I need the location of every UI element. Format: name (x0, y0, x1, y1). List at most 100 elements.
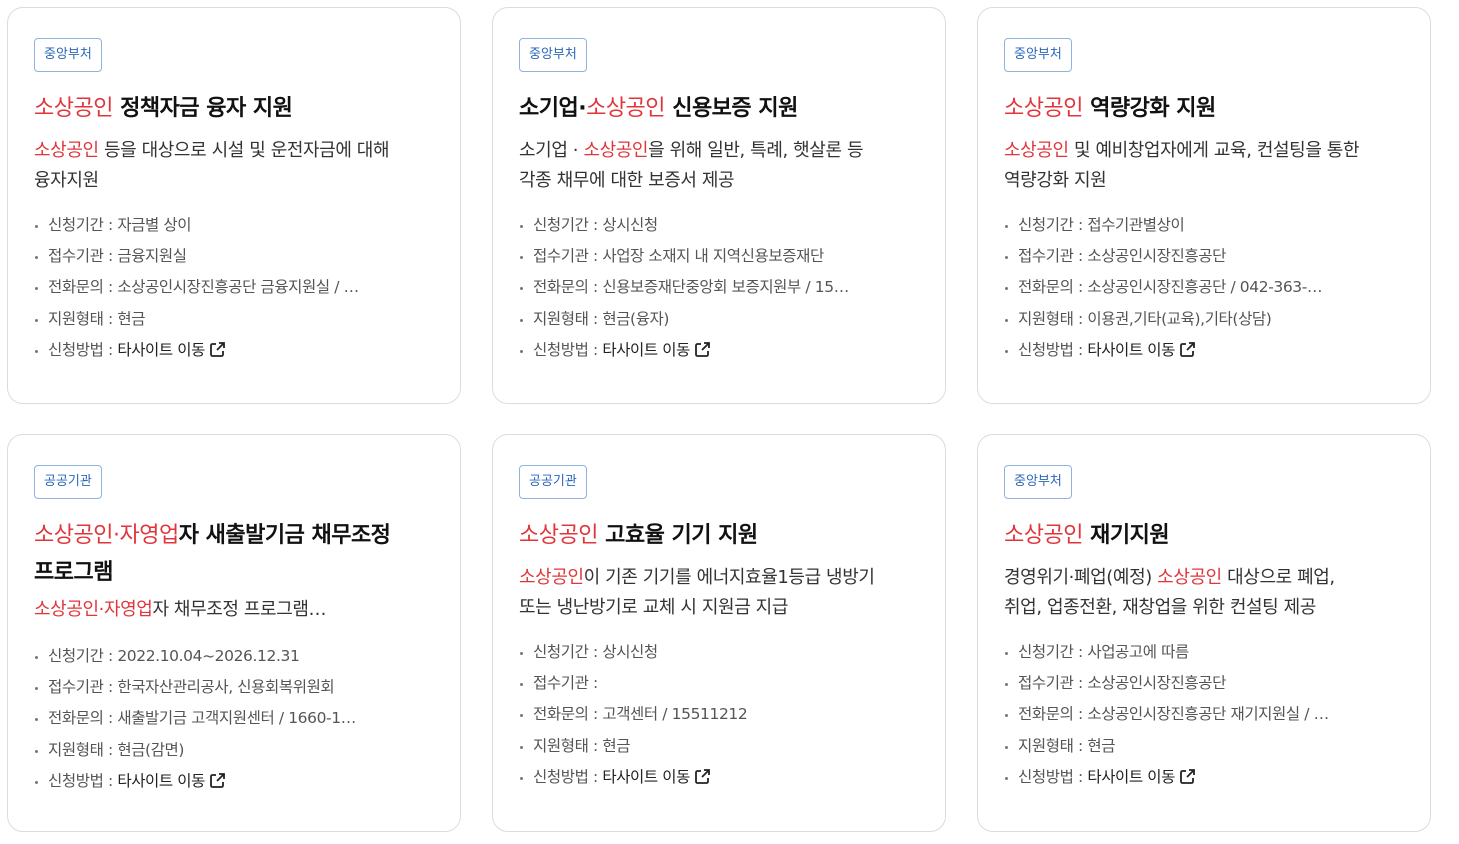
info-apply-method: 신청방법 : 타사이트 이동 (1004, 335, 1406, 366)
desc-prefix: 경영위기·폐업(예정) (1004, 567, 1158, 588)
desc-text-line2: 역량강화 지원 (1004, 170, 1107, 191)
desc-text-line2: 또는 냉난방기로 교체 시 지원금 지급 (519, 597, 789, 618)
category-badge: 중앙부처 (34, 38, 102, 72)
external-link-icon (695, 768, 710, 784)
category-badge: 공공기관 (519, 465, 587, 499)
title-text: 신용보증 지원 (665, 96, 798, 121)
external-link-icon (695, 341, 710, 357)
card-title[interactable]: 소상공인 역량강화 지원 (1004, 90, 1406, 127)
title-highlight: 소상공인 (586, 96, 666, 121)
desc-prefix: 소기업 · (519, 140, 584, 161)
info-phone: 전화문의 : 신용보증재단중앙회 보증지원부 / 15… (519, 272, 921, 303)
program-card[interactable]: 공공기관 소상공인·자영업자 새출발기금 채무조정 프로그램 소상공인·자영업자… (7, 434, 461, 832)
desc-text: 을 위해 일반, 특례, 햇살론 등 (648, 140, 864, 161)
info-support-type: 지원형태 : 현금(융자) (519, 304, 921, 335)
info-period: 신청기간 : 2022.10.04~2026.12.31 (34, 641, 436, 672)
info-apply-method: 신청방법 : 타사이트 이동 (519, 335, 921, 366)
info-phone: 전화문의 : 고객센터 / 15511212 (519, 699, 921, 730)
info-support-type: 지원형태 : 현금 (519, 731, 921, 762)
title-highlight: 소상공인 (34, 523, 113, 548)
info-list: 신청기간 : 사업공고에 따름 접수기관 : 소상공인시장진흥공단 전화문의 :… (1004, 637, 1406, 793)
category-badge: 중앙부처 (1004, 38, 1072, 72)
external-site-link[interactable]: 타사이트 이동 (1087, 768, 1196, 786)
desc-text: 및 예비창업자에게 교육, 컨설팅을 통한 (1068, 140, 1360, 161)
title-highlight: 소상공인 (34, 96, 113, 121)
card-title[interactable]: 소상공인 정책자금 융자 지원 (34, 90, 436, 127)
info-period: 신청기간 : 접수기관별상이 (1004, 210, 1406, 241)
info-phone: 전화문의 : 소상공인시장진흥공단 금융지원실 / … (34, 272, 436, 303)
info-period: 신청기간 : 사업공고에 따름 (1004, 637, 1406, 668)
title-text: 역량강화 지원 (1082, 96, 1216, 121)
external-site-link[interactable]: 타사이트 이동 (117, 341, 226, 359)
card-title[interactable]: 소기업·소상공인 신용보증 지원 (519, 90, 921, 127)
info-support-type: 지원형태 : 이용권,기타(교육),기타(상담) (1004, 304, 1406, 335)
desc-highlight: 소상공인 (1157, 567, 1222, 588)
info-support-type: 지원형태 : 현금 (1004, 731, 1406, 762)
category-badge: 공공기관 (34, 465, 102, 499)
info-phone: 전화문의 : 새출발기금 고객지원센터 / 1660-1… (34, 703, 436, 734)
info-list: 신청기간 : 접수기관별상이 접수기관 : 소상공인시장진흥공단 전화문의 : … (1004, 210, 1406, 366)
category-badge: 중앙부처 (519, 38, 587, 72)
program-card[interactable]: 중앙부처 소상공인 역량강화 지원 소상공인 및 예비창업자에게 교육, 컨설팅… (977, 7, 1431, 404)
program-card[interactable]: 중앙부처 소상공인 재기지원 경영위기·폐업(예정) 소상공인 대상으로 폐업,… (977, 434, 1431, 832)
title-text: 정책자금 융자 지원 (112, 96, 293, 121)
external-link-icon (1180, 768, 1195, 784)
title-highlight: 소상공인 (519, 523, 598, 548)
info-support-type: 지원형태 : 현금 (34, 304, 436, 335)
info-apply-method: 신청방법 : 타사이트 이동 (34, 766, 436, 797)
external-link-icon (1180, 341, 1195, 357)
category-badge: 중앙부처 (1004, 465, 1072, 499)
desc-highlight: 소상공인 (1004, 140, 1069, 161)
title-text: 고효율 기기 지원 (597, 523, 758, 548)
card-description: 소상공인·자영업자 채무조정 프로그램… (34, 595, 436, 625)
desc-text: 등을 대상으로 시설 및 운전자금에 대해 (98, 140, 390, 161)
info-list: 신청기간 : 상시신청 접수기관 : 전화문의 : 고객센터 / 1551121… (519, 637, 921, 793)
info-apply-method: 신청방법 : 타사이트 이동 (519, 762, 921, 793)
card-description: 소상공인이 기존 기기를 에너지효율1등급 냉방기 또는 냉난방기로 교체 시 … (519, 563, 921, 623)
info-period: 신청기간 : 자금별 상이 (34, 210, 436, 241)
title-highlight-2: 자영업 (119, 523, 179, 548)
desc-text: 이 기존 기기를 에너지효율1등급 냉방기 (583, 567, 875, 588)
info-list: 신청기간 : 자금별 상이 접수기관 : 금융지원실 전화문의 : 소상공인시장… (34, 210, 436, 366)
external-site-link[interactable]: 타사이트 이동 (117, 772, 226, 790)
card-title[interactable]: 소상공인 재기지원 (1004, 517, 1406, 554)
info-list: 신청기간 : 2022.10.04~2026.12.31 접수기관 : 한국자산… (34, 641, 436, 797)
external-site-link[interactable]: 타사이트 이동 (1087, 341, 1196, 359)
info-period: 신청기간 : 상시신청 (519, 637, 921, 668)
external-site-link[interactable]: 타사이트 이동 (602, 341, 711, 359)
external-site-link[interactable]: 타사이트 이동 (602, 768, 711, 786)
card-title[interactable]: 소상공인 고효율 기기 지원 (519, 517, 921, 554)
info-agency: 접수기관 : (519, 668, 921, 699)
desc-highlight: 소상공인 (34, 140, 99, 161)
card-description: 소기업 · 소상공인을 위해 일반, 특례, 햇살론 등 각종 채무에 대한 보… (519, 136, 921, 196)
info-phone: 전화문의 : 소상공인시장진흥공단 재기지원실 / … (1004, 699, 1406, 730)
desc-highlight: 소상공인 (34, 599, 99, 620)
program-card[interactable]: 중앙부처 소기업·소상공인 신용보증 지원 소기업 · 소상공인을 위해 일반,… (492, 7, 946, 404)
info-support-type: 지원형태 : 현금(감면) (34, 735, 436, 766)
desc-highlight: 소상공인 (519, 567, 584, 588)
title-highlight: 소상공인 (1004, 96, 1083, 121)
program-card[interactable]: 중앙부처 소상공인 정책자금 융자 지원 소상공인 등을 대상으로 시설 및 운… (7, 7, 461, 404)
info-apply-method: 신청방법 : 타사이트 이동 (34, 335, 436, 366)
info-agency: 접수기관 : 사업장 소재지 내 지역신용보증재단 (519, 241, 921, 272)
desc-highlight: 소상공인 (583, 140, 649, 161)
program-card[interactable]: 공공기관 소상공인 고효율 기기 지원 소상공인이 기존 기기를 에너지효율1등… (492, 434, 946, 832)
desc-highlight-2: 자영업 (103, 599, 153, 620)
info-list: 신청기간 : 상시신청 접수기관 : 사업장 소재지 내 지역신용보증재단 전화… (519, 210, 921, 366)
title-highlight: 소상공인 (1004, 523, 1083, 548)
desc-text-line2: 각종 채무에 대한 보증서 제공 (519, 170, 735, 191)
info-agency: 접수기관 : 소상공인시장진흥공단 (1004, 241, 1406, 272)
external-link-icon (210, 341, 225, 357)
desc-text: 대상으로 폐업, (1221, 567, 1335, 588)
desc-text-line2: 취업, 업종전환, 재창업을 위한 컨설팅 제공 (1004, 597, 1316, 618)
desc-text-line2: 융자지원 (34, 170, 99, 191)
title-text: 재기지원 (1082, 523, 1170, 548)
title-text: 자 새출발기금 채무조정 (178, 523, 391, 548)
card-description: 소상공인 및 예비창업자에게 교육, 컨설팅을 통한 역량강화 지원 (1004, 136, 1406, 196)
card-title[interactable]: 소상공인·자영업자 새출발기금 채무조정 프로그램 (34, 517, 436, 591)
card-description: 경영위기·폐업(예정) 소상공인 대상으로 폐업, 취업, 업종전환, 재창업을… (1004, 563, 1406, 623)
info-period: 신청기간 : 상시신청 (519, 210, 921, 241)
card-description: 소상공인 등을 대상으로 시설 및 운전자금에 대해 융자지원 (34, 136, 436, 196)
info-agency: 접수기관 : 금융지원실 (34, 241, 436, 272)
desc-text: 자 채무조정 프로그램… (152, 599, 327, 620)
